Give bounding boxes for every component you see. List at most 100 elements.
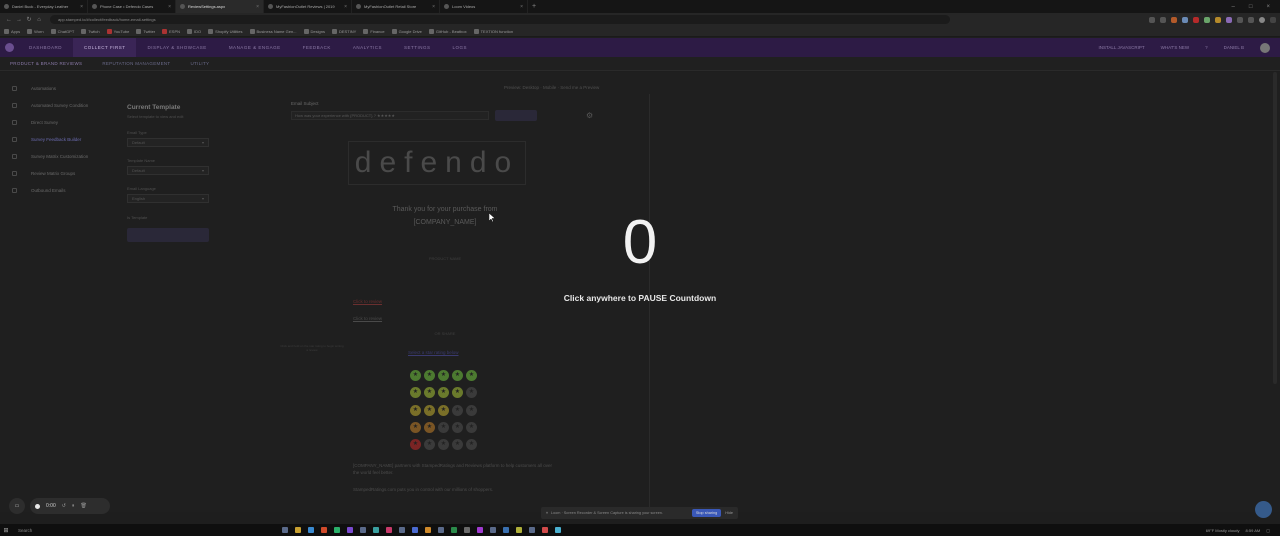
- profile-icon[interactable]: [1259, 16, 1265, 23]
- sidebar-item-matrix-customization[interactable]: Survey Matrix Customization: [0, 148, 120, 165]
- taskbar-app-icon[interactable]: [308, 527, 314, 533]
- taskbar-app-icon[interactable]: [451, 527, 457, 533]
- star-rating-row[interactable]: ★ ★ ★ ★ ★: [410, 439, 477, 451]
- avatar[interactable]: [1260, 42, 1270, 53]
- minimize-icon[interactable]: –: [1232, 4, 1235, 10]
- extension-icon[interactable]: [1237, 16, 1243, 23]
- star-icon[interactable]: ★: [410, 439, 421, 451]
- nav-analytics[interactable]: ANALYTICS: [342, 38, 393, 57]
- taskbar-app-icon[interactable]: [438, 527, 444, 533]
- email-type-select[interactable]: Default ▾: [127, 138, 209, 147]
- star-icon[interactable]: ★: [410, 404, 421, 416]
- star-icon[interactable]: ★: [438, 404, 449, 416]
- taskbar-app-icon[interactable]: [555, 527, 561, 533]
- bookmark[interactable]: DESTINY: [331, 28, 356, 34]
- is-template-checkbox[interactable]: Is Template: [127, 215, 147, 220]
- close-icon[interactable]: ×: [256, 4, 259, 10]
- nav-settings[interactable]: SETTINGS: [393, 38, 442, 57]
- taskbar-app-icon[interactable]: [373, 527, 379, 533]
- extension-icon[interactable]: [1215, 16, 1221, 23]
- taskbar-app-icon[interactable]: [321, 527, 327, 533]
- bookmark[interactable]: TEXTION function: [473, 28, 513, 34]
- star-icon[interactable]: ★: [438, 387, 449, 399]
- extension-icon[interactable]: [1204, 16, 1210, 23]
- app-logo[interactable]: [0, 38, 18, 57]
- bookmark[interactable]: Worn: [27, 28, 44, 34]
- close-icon[interactable]: ×: [344, 4, 347, 10]
- trash-icon[interactable]: 🗑: [80, 503, 86, 509]
- brand-logo[interactable]: defendo: [348, 141, 526, 185]
- star-rating-link[interactable]: Select a star rating below: [408, 350, 459, 355]
- browser-tab[interactable]: MyFashionOutlet Reviews | 2019 ×: [264, 0, 352, 13]
- sidebar-item-direct-survey[interactable]: Direct Survey: [0, 114, 120, 131]
- extension-icon[interactable]: [1160, 16, 1166, 23]
- clock-text[interactable]: 8:59 AM: [1246, 528, 1261, 533]
- gear-icon[interactable]: ⚙: [586, 111, 593, 120]
- subnav-utility[interactable]: UTILITY: [180, 61, 219, 66]
- star-icon[interactable]: ★: [466, 387, 477, 399]
- email-language-select[interactable]: English ▾: [127, 194, 209, 203]
- browser-tab[interactable]: Phone Case • Defendo Cases ×: [88, 0, 176, 13]
- star-icon[interactable]: ★: [452, 387, 463, 399]
- bookmark[interactable]: Shopify Utilities: [208, 28, 243, 34]
- preview-links[interactable]: Preview: Desktop · Mobile · Send me a Pr…: [504, 85, 599, 90]
- bookmark[interactable]: IDO: [187, 28, 201, 34]
- subnav-reputation[interactable]: REPUTATION MANAGEMENT: [92, 61, 180, 66]
- star-icon[interactable]: ★: [466, 370, 477, 381]
- star-icon[interactable]: ★: [466, 421, 477, 433]
- star-rating-row[interactable]: ★ ★ ★ ★ ★: [410, 404, 477, 416]
- bookmark[interactable]: GitHub - Beatbox: [428, 28, 467, 34]
- subject-insert-button[interactable]: [495, 110, 537, 121]
- taskbar-app-icon[interactable]: [503, 527, 509, 533]
- browser-tab-active[interactable]: ReviewSettings.aspx ×: [176, 0, 264, 13]
- stop-sharing-button[interactable]: Stop sharing: [691, 509, 722, 517]
- close-icon[interactable]: ×: [168, 4, 171, 10]
- nav-feedback[interactable]: FEEDBACK: [292, 38, 342, 57]
- chat-widget-icon[interactable]: [1255, 501, 1272, 518]
- bookmark[interactable]: Designs: [303, 28, 325, 34]
- browser-tab[interactable]: Loom Videos ×: [440, 0, 528, 13]
- star-rating-row[interactable]: ★ ★ ★ ★ ★: [410, 370, 477, 381]
- star-icon[interactable]: ★: [424, 370, 435, 381]
- home-icon[interactable]: ⌂: [34, 17, 44, 23]
- taskbar-app-icon[interactable]: [516, 527, 522, 533]
- menu-icon[interactable]: [1270, 16, 1276, 23]
- extension-icon[interactable]: [1248, 16, 1254, 23]
- star-rating-row[interactable]: ★ ★ ★ ★ ★: [410, 421, 477, 433]
- taskbar-app-icon[interactable]: [386, 527, 392, 533]
- nav-display[interactable]: DISPLAY & SHOWCASE: [136, 38, 217, 57]
- nav-collect[interactable]: COLLECT FIRST: [73, 38, 137, 57]
- back-icon[interactable]: ←: [4, 17, 14, 23]
- close-window-icon[interactable]: ×: [1266, 4, 1270, 10]
- bookmark[interactable]: ESPN: [162, 28, 180, 34]
- taskbar-app-icon[interactable]: [529, 527, 535, 533]
- sidebar-item-feedback-builder[interactable]: Survey Feedback Builder: [0, 131, 120, 148]
- taskbar-app-icon[interactable]: [542, 527, 548, 533]
- page-scrollbar[interactable]: [1273, 72, 1277, 384]
- bookmark[interactable]: YouTube: [106, 28, 129, 34]
- review-link-secondary[interactable]: Click to review: [353, 316, 382, 321]
- review-link[interactable]: Click to review: [353, 299, 382, 304]
- bookmark[interactable]: Twitter: [136, 28, 155, 34]
- whats-new-link[interactable]: WHAT'S NEW: [1161, 45, 1190, 50]
- sidebar-item-outbound-emails[interactable]: Outbound Emails: [0, 182, 120, 199]
- extension-icon[interactable]: [1193, 16, 1199, 23]
- taskbar-app-icon[interactable]: [334, 527, 340, 533]
- taskbar-app-icon[interactable]: [295, 527, 301, 533]
- star-icon[interactable]: ★: [438, 421, 449, 433]
- browser-tab[interactable]: MyFashionOutlet Retail Store ×: [352, 0, 440, 13]
- close-icon[interactable]: ×: [80, 4, 83, 10]
- install-javascript-link[interactable]: INSTALL JAVASCRIPT: [1099, 45, 1145, 50]
- star-icon[interactable]: ★: [410, 370, 421, 381]
- bookmark[interactable]: Twitch: [81, 28, 100, 34]
- subnav-product-reviews[interactable]: PRODUCT & BRAND REVIEWS: [0, 61, 92, 66]
- weather-text[interactable]: 69°F Mostly cloudy: [1206, 528, 1240, 533]
- taskbar-app-icon[interactable]: [412, 527, 418, 533]
- camera-icon[interactable]: ▭: [9, 498, 25, 514]
- star-icon[interactable]: ★: [452, 404, 463, 416]
- taskbar-app-icon[interactable]: [464, 527, 470, 533]
- url-input[interactable]: app.stamped.io/#/collect/feedback/home-e…: [50, 15, 950, 24]
- star-icon[interactable]: ★: [424, 404, 435, 416]
- close-icon[interactable]: ×: [520, 4, 523, 10]
- recorder-pill[interactable]: 0:00 ↺ ⏸ 🗑: [30, 498, 110, 514]
